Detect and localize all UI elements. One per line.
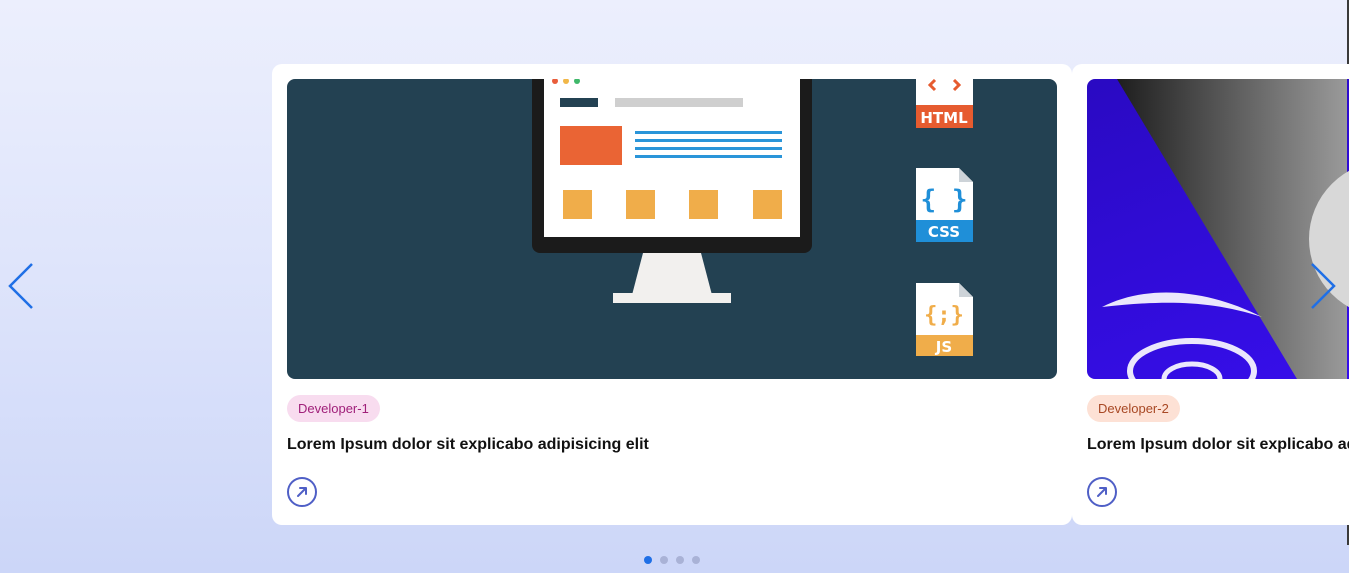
pagination-dot[interactable] [692,556,700,564]
chevron-right-icon [1311,263,1336,309]
slide-card: HTML { } CSS {;} JS Developer-1 Lorem Ip… [272,64,1072,525]
slide-image: HTML { } CSS {;} JS [287,79,1057,379]
pagination-dot[interactable] [644,556,652,564]
card-title[interactable]: Lorem Ipsum dolor sit explicabo adipisic… [287,436,1057,454]
carousel-track: HTML { } CSS {;} JS Developer-1 Lorem Ip… [272,64,1349,525]
js-glyph: {;} [924,303,964,328]
next-slide-button[interactable] [1308,262,1338,310]
category-tag[interactable]: Developer-2 [1087,395,1180,422]
chevron-left-icon [8,263,33,309]
open-link-button[interactable] [1087,477,1117,507]
html-file-icon: HTML [916,79,973,128]
arrow-up-right-icon [1097,487,1107,497]
css-file-label: CSS [928,223,960,241]
category-tag[interactable]: Developer-1 [287,395,380,422]
card-title[interactable]: Lorem Ipsum dolor sit explicabo adipisic… [1087,436,1349,454]
slide-image [1087,79,1349,379]
css-file-icon: { } CSS [916,168,973,242]
pagination-dot[interactable] [660,556,668,564]
js-file-label: JS [935,338,952,356]
previous-slide-button[interactable] [6,262,36,310]
pagination-dots [644,556,700,564]
pagination-dot[interactable] [676,556,684,564]
js-file-icon: {;} JS [916,283,973,356]
open-link-button[interactable] [287,477,317,507]
arrow-up-right-icon [297,487,307,497]
html-file-label: HTML [920,109,968,127]
css-glyph: { } [921,185,968,215]
